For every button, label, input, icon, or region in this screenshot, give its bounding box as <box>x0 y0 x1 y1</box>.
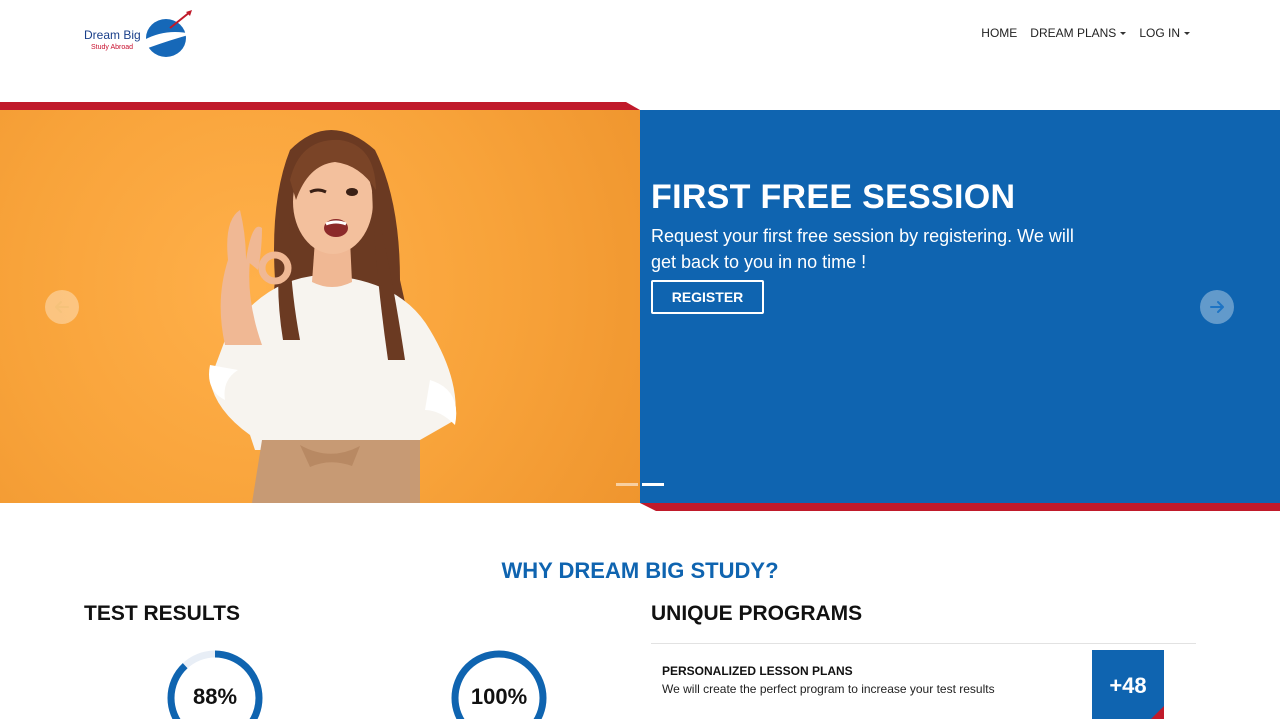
nav-log-in-label: LOG IN <box>1139 26 1180 40</box>
carousel-indicator-2[interactable] <box>642 483 664 486</box>
gauge-value: 100% <box>470 684 528 709</box>
hero-accent-bottom <box>640 503 1280 511</box>
section-divider <box>651 643 1196 644</box>
badge-corner <box>1148 706 1164 719</box>
test-results-title: TEST RESULTS <box>84 602 240 625</box>
nav-dream-plans-label: DREAM PLANS <box>1030 26 1117 40</box>
test-result-gauge: 100% <box>449 648 549 719</box>
hero-description: Request your first free session by regis… <box>651 226 1074 272</box>
hero-accent-top <box>0 102 640 110</box>
brand-logo[interactable]: Dream Big Study Abroad <box>84 10 196 62</box>
carousel-indicator-1[interactable] <box>616 483 638 486</box>
hero-title: FIRST FREE SESSION <box>651 178 1016 216</box>
gauge-value: 88% <box>192 684 238 709</box>
hero-content-panel: FIRST FREE SESSION Request your first fr… <box>640 110 1280 503</box>
badge-value: +48 <box>1109 673 1147 698</box>
program-count-badge: +48 <box>1092 650 1164 719</box>
program-title: PERSONALIZED LESSON PLANS <box>662 664 853 678</box>
nav-home[interactable]: HOME <box>981 26 1017 40</box>
arrow-left-icon <box>55 301 69 313</box>
caret-down-icon <box>1120 32 1127 35</box>
unique-programs-title: UNIQUE PROGRAMS <box>651 602 863 625</box>
globe-plane-icon <box>144 10 192 57</box>
carousel-next-button[interactable] <box>1200 290 1234 324</box>
caret-down-icon <box>1184 32 1190 35</box>
brand-name: Dream Big <box>84 28 141 42</box>
site-header: Dream Big Study Abroad HOME DREAM PLANS … <box>0 0 1280 100</box>
why-section-title: WHY DREAM BIG STUDY? <box>501 558 779 583</box>
nav-home-label: HOME <box>981 26 1018 40</box>
hero-image <box>0 110 640 503</box>
nav-dream-plans[interactable]: DREAM PLANS <box>1030 26 1127 40</box>
register-button[interactable]: REGISTER <box>651 280 764 314</box>
brand-tagline: Study Abroad <box>91 44 134 51</box>
carousel-prev-button[interactable] <box>45 290 79 324</box>
test-result-gauge: 88% <box>165 648 265 719</box>
nav-log-in[interactable]: LOG IN <box>1139 26 1190 40</box>
smiling-woman-photo <box>209 130 457 503</box>
arrow-right-icon <box>1210 301 1224 313</box>
main-nav: HOME DREAM PLANS LOG IN <box>981 26 1190 40</box>
program-description: We will create the perfect program to in… <box>662 682 995 696</box>
